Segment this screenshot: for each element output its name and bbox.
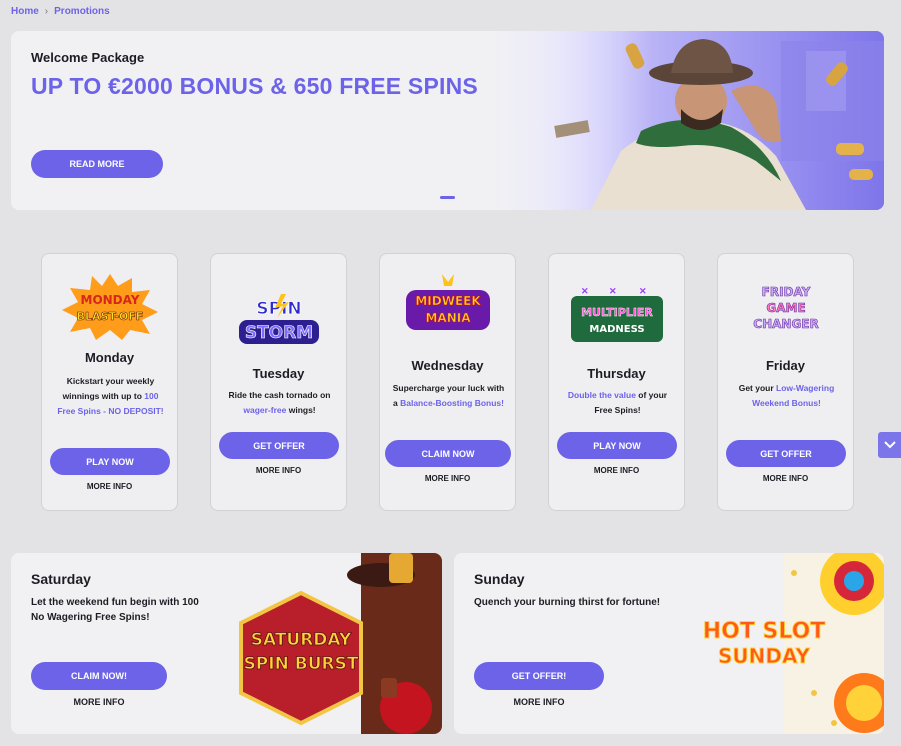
hero-headline: UP TO €2000 BONUS & 650 FREE SPINS [31,73,478,99]
hero-kicker: Welcome Package [31,50,145,65]
monday-logo-line-1: MONDAY [81,293,140,307]
promo-card-thursday: MULTIPLIER MADNESS ✕ ✕ ✕ Thursday Double… [548,253,685,511]
more-info-link[interactable]: MORE INFO [31,697,167,707]
breadcrumb: Home › Promotions [11,6,110,17]
day-title: Thursday [587,366,646,381]
promo-card-friday: FRIDAY GAME CHANGER Friday Get your Low-… [717,253,854,511]
more-info-link[interactable]: MORE INFO [42,482,177,491]
saturday-logo-line-1: SATURDAY [251,630,352,650]
svg-text:✕: ✕ [581,286,589,296]
day-description: Ride the cash tornado on wager-free wing… [223,388,336,418]
midweek-mania-logo: MIDWEEK MANIA [406,274,490,330]
description-highlight: Double the value [567,390,636,400]
more-info-link[interactable]: MORE INFO [380,474,515,483]
claim-now-button[interactable]: CLAIM NOW [385,440,511,467]
get-offer-button[interactable]: GET OFFER [219,432,339,459]
thursday-logo-line-1: MULTIPLIER [581,306,653,319]
friday-logo-line-1: FRIDAY [762,285,811,299]
day-title: Tuesday [252,366,305,381]
claim-now-button[interactable]: CLAIM NOW! [31,662,167,690]
day-description: Supercharge your luck with a Balance-Boo… [392,381,505,411]
more-info-link[interactable]: MORE INFO [211,466,346,475]
get-offer-button[interactable]: GET OFFER [726,440,846,467]
scroll-down-button[interactable] [878,432,901,458]
tuesday-logo-line-2: STORM [245,323,313,343]
description-text: Ride the cash tornado on [228,390,331,400]
description-tail: wings! [286,405,316,415]
saturday-description: Let the weekend fun begin with 100 No Wa… [31,597,199,623]
breadcrumb-separator-icon: › [44,6,49,17]
welcome-hero-banner: Welcome Package UP TO €2000 BONUS & 650 … [11,31,884,210]
spin-storm-logo: SPIN STORM [239,294,319,344]
more-info-link[interactable]: MORE INFO [549,466,684,475]
read-more-button[interactable]: READ MORE [31,150,163,178]
friday-logo-line-3: CHANGER [753,317,818,331]
promo-card-monday: MONDAY BLAST-OFF Monday Kickstart your w… [41,253,178,511]
play-now-button[interactable]: PLAY NOW [50,448,170,475]
promo-card-tuesday: SPIN STORM Tuesday Ride the cash tornado… [210,253,347,511]
sunday-title: Sunday [474,571,525,587]
friday-logo-line-2: GAME [766,301,805,315]
hot-slot-sunday-art: HOT SLOT SUNDAY [702,553,884,734]
saturday-logo-line-2: SPIN BURST [244,654,359,674]
promo-card-wednesday: MIDWEEK MANIA Wednesday Supercharge your… [379,253,516,511]
more-info-link[interactable]: MORE INFO [474,697,604,707]
day-title: Monday [84,350,135,365]
sunday-description: Quench your burning thirst for fortune! [474,597,661,608]
description-highlight: wager-free [243,405,287,415]
sunday-logo-line-1: HOT SLOT [703,619,826,644]
get-offer-button[interactable]: GET OFFER! [474,662,604,690]
saturday-spin-burst-art: SATURDAY SPIN BURST [239,553,442,734]
wednesday-logo-line-1: MIDWEEK [415,294,481,308]
monday-logo-line-2: BLAST-OFF [77,310,144,323]
monday-blast-off-logo: MONDAY BLAST-OFF [62,274,158,340]
chevron-down-icon [883,441,896,449]
sunday-logo-line-2: SUNDAY [718,644,811,668]
day-description: Kickstart your weekly winnings with up t… [54,374,167,419]
cowboy-hero-illustration [531,31,884,210]
svg-text:✕: ✕ [639,286,647,296]
multiplier-madness-logo: MULTIPLIER MADNESS ✕ ✕ ✕ [571,286,663,342]
friday-game-changer-logo: FRIDAY GAME CHANGER [753,285,819,332]
carousel-indicator[interactable] [440,196,455,199]
description-text: Get your [738,383,777,393]
promo-banner-saturday: SATURDAY SPIN BURST Saturday Let the wee… [11,553,442,734]
thursday-logo-line-2: MADNESS [589,324,644,335]
breadcrumb-current[interactable]: Promotions [54,6,110,17]
day-title: Friday [765,358,805,373]
description-text: Kickstart your weekly winnings with up t… [62,376,155,401]
day-description: Double the value of your Free Spins! [561,388,674,418]
saturday-title: Saturday [31,571,91,587]
svg-text:✕: ✕ [609,286,617,296]
day-description: Get your Low-Wagering Weekend Bonus! [730,381,843,411]
breadcrumb-home-link[interactable]: Home [11,6,39,17]
description-highlight: Balance-Boosting Bonus! [400,398,504,408]
wednesday-logo-line-2: MANIA [425,311,471,325]
more-info-link[interactable]: MORE INFO [718,474,853,483]
promo-banner-sunday: HOT SLOT SUNDAY Sunday Quench your burni… [454,553,884,734]
day-title: Wednesday [411,358,484,373]
play-now-button[interactable]: PLAY NOW [557,432,677,459]
